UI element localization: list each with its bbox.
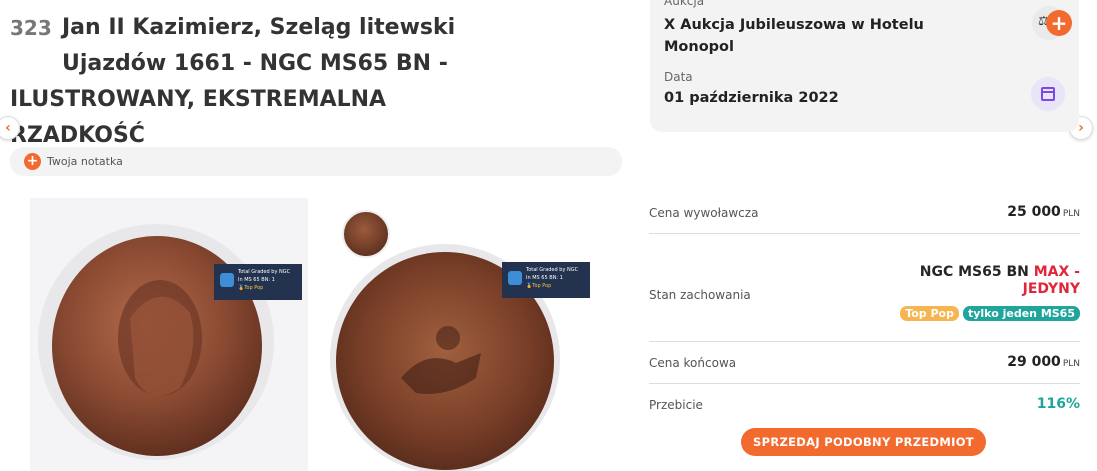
coin-reverse-image[interactable]: Total Graded by NGC In MS 65 BN: 1 🏅Top … [326,198,600,471]
auction-date: 01 października 2022 [664,90,839,106]
overbid-row: Przebicie 116% [649,384,1080,426]
overbid-label: Przebicie [649,398,703,412]
note-button[interactable]: + Twoja notatka [10,147,622,176]
top-pop-badge: Top Pop [900,306,959,321]
pogon-knight-icon [401,326,481,394]
ngc-census-tag: Total Graded by NGC In MS 65 BN: 1 🏅Top … [502,262,590,298]
date-label: Data [664,70,693,84]
lot-title-line: Jan II Kazimierz, Szeląg litewski [62,15,456,40]
calendar-icon [1041,87,1055,101]
lot-page: 323 Jan II Kazimierz, Szeląg litewski Uj… [0,0,1097,471]
lot-title-block: 323 Jan II Kazimierz, Szeląg litewski Uj… [10,10,640,154]
start-price-row: Cena wywoławcza 25 000 PLN [649,192,1080,234]
condition-row: Stan zachowania NGC MS65 BN MAX - JEDYNY… [649,234,1080,342]
auction-label: Aukcja [664,0,705,8]
sell-similar-button[interactable]: SPRZEDAJ PODOBNY PRZEDMIOT [741,428,986,456]
lot-details: Cena wywoławcza 25 000 PLN Stan zachowani… [649,192,1080,426]
only-one-badge: tylko jeden MS65 [962,306,1080,321]
auction-info-card: Aukcja X Aukcja Jubileuszowa w Hotelu Mo… [650,0,1079,132]
ngc-census-tag: Total Graded by NGC In MS 65 BN: 1 🏅Top … [214,264,302,300]
king-portrait-icon [118,280,202,396]
overbid-value: 116% [1036,396,1080,412]
lot-title: Jan II Kazimierz, Szeląg litewski Ujazdó… [10,10,640,154]
chevron-left-icon: ‹ [5,120,11,136]
grade-value: NGC MS65 BN MAX - JEDYNY [919,264,1080,297]
add-to-watchlist-button[interactable]: ⚖ + [1032,6,1072,40]
final-price-row: Cena końcowa 29 000 PLN [649,342,1080,384]
coin-detail-thumbnail [342,210,390,258]
note-label: Twoja notatka [47,155,123,168]
lot-number: 323 [10,16,52,40]
chevron-right-icon: › [1078,120,1084,136]
plus-icon: + [24,153,41,170]
lot-title-line: ILUSTROWANY, EKSTREMALNA [10,87,387,112]
final-price-value: 29 000 PLN [1007,354,1080,370]
plus-icon: + [1046,10,1072,36]
ngc-logo-icon [508,271,522,285]
ngc-logo-icon [220,273,234,287]
grade-badges: Top Pop tylko jeden MS65 [900,306,1080,321]
lot-title-line: Ujazdów 1661 - NGC MS65 BN - [62,51,448,76]
start-price-label: Cena wywoławcza [649,206,759,220]
coin-obverse-image[interactable]: Total Graded by NGC In MS 65 BN: 1 🏅Top … [30,198,308,471]
add-to-calendar-button[interactable] [1031,77,1065,111]
start-price-value: 25 000 PLN [1007,204,1080,220]
final-price-label: Cena końcowa [649,356,737,370]
condition-label: Stan zachowania [649,288,751,302]
auction-name[interactable]: X Aukcja Jubileuszowa w Hotelu Monopol [664,14,924,58]
